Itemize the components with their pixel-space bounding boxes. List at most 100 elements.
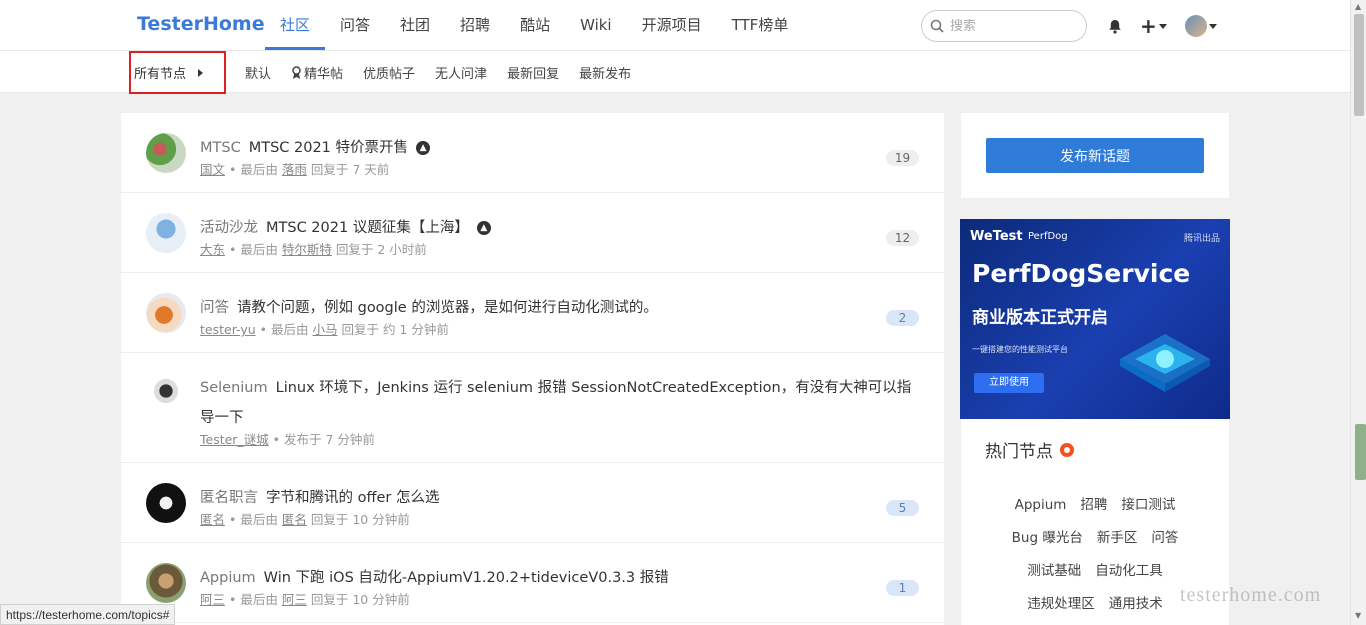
nav-jobs[interactable]: 招聘 — [445, 0, 505, 51]
filter-latest[interactable]: 最新发布 — [569, 63, 641, 82]
caret-right-icon — [198, 68, 204, 77]
new-topic-button[interactable]: 发布新话题 — [986, 138, 1204, 173]
scroll-down-icon[interactable]: ▼ — [1355, 611, 1361, 620]
last-replier[interactable]: 特尔斯特 — [282, 242, 332, 257]
banner-brand-wetest: WeTest — [970, 229, 1023, 244]
topic-node[interactable]: 活动沙龙 — [200, 220, 258, 236]
node-tag[interactable]: 测试基础 — [1027, 563, 1081, 579]
node-tag[interactable]: 招聘 — [1080, 497, 1107, 513]
node-tag[interactable]: 违规处理区 — [1027, 596, 1095, 612]
table-row: 问答 请教个问题，例如 google 的浏览器，是如何进行自动化测试的。 test… — [121, 273, 944, 353]
nav-ttf-ranking[interactable]: TTF榜单 — [717, 0, 804, 51]
last-replier[interactable]: 匿名 — [282, 512, 307, 527]
scrollbar-thumb[interactable] — [1354, 14, 1364, 116]
topic-node[interactable]: Selenium — [200, 380, 268, 396]
side-handle[interactable] — [1355, 424, 1366, 480]
status-bar-url: https://testerhome.com/topics# — [0, 604, 176, 625]
node-tag[interactable]: 通用技术 — [1109, 596, 1163, 612]
reply-count-badge[interactable]: 5 — [886, 500, 919, 516]
topic-author[interactable]: tester-yu — [200, 322, 256, 337]
node-tag[interactable]: 新手区 — [1097, 530, 1138, 546]
filter-excellent[interactable]: 精华帖 — [281, 63, 353, 82]
avatar[interactable] — [146, 213, 186, 253]
banner-subheadline: 商业版本正式开启 — [972, 308, 1108, 328]
banner-corner: 腾讯出品 — [1183, 234, 1220, 244]
avatar[interactable] — [146, 483, 186, 523]
topic-meta: 阿三 • 最后由 阿三 回复于 10 分钟前 — [200, 592, 410, 607]
avatar — [1184, 15, 1207, 37]
avatar[interactable] — [146, 133, 186, 173]
table-row: MTSC MTSC 2021 特价票开售 ▲ 国文 • 最后由 落雨 回复于 7 天… — [121, 113, 944, 193]
topic-node[interactable]: 匿名职言 — [200, 490, 258, 506]
topic-title-text: MTSC 2021 议题征集【上海】 — [266, 220, 469, 236]
reply-count-badge[interactable]: 2 — [886, 310, 919, 326]
notification-bell-icon[interactable] — [1108, 19, 1122, 34]
table-row: Selenium Linux 环境下，Jenkins 运行 selenium 报错… — [121, 353, 944, 463]
topic-author[interactable]: 匿名 — [200, 512, 225, 527]
nav-wiki[interactable]: Wiki — [565, 0, 627, 51]
search-input[interactable] — [950, 18, 1070, 34]
topic-time: 发布于 7 分钟前 — [284, 432, 375, 447]
meta-prefix: 最后由 — [240, 242, 278, 257]
chevron-down-icon — [1158, 23, 1167, 29]
scroll-up-icon[interactable]: ▲ — [1355, 2, 1361, 11]
topic-title-text: Win 下跑 iOS 自动化-AppiumV1.20.2+tideviceV0.… — [263, 570, 669, 586]
nav-teams[interactable]: 社团 — [385, 0, 445, 51]
banner-tagline: 一键搭建您的性能测试平台 — [972, 345, 1068, 354]
filter-last-reply[interactable]: 最新回复 — [497, 63, 569, 82]
node-tag[interactable]: 问答 — [1151, 530, 1178, 546]
filter-bar: 所有节点 默认 精华帖 优质帖子 无人问津 最新回复 最新发布 — [0, 51, 1350, 94]
topic-author[interactable]: 阿三 — [200, 592, 225, 607]
avatar[interactable] — [146, 563, 186, 603]
last-replier[interactable]: 小马 — [312, 322, 337, 337]
avatar[interactable] — [146, 293, 186, 333]
nav-open-source[interactable]: 开源项目 — [627, 0, 717, 51]
ad-banner[interactable]: WeTest PerfDog 腾讯出品 PerfDogService 商业版本正… — [960, 219, 1230, 419]
topic-meta: tester-yu • 最后由 小马 回复于 约 1 分钟前 — [200, 322, 449, 337]
user-menu[interactable] — [1184, 15, 1217, 37]
nav-qa[interactable]: 问答 — [325, 0, 385, 51]
topic-time: 回复于 10 分钟前 — [310, 512, 410, 527]
reply-count-badge[interactable]: 19 — [886, 150, 919, 166]
brand-logo[interactable]: TesterHome — [137, 13, 265, 35]
reply-count-badge[interactable]: 12 — [886, 230, 919, 246]
search-box[interactable] — [921, 10, 1087, 42]
topic-filters: 默认 精华帖 优质帖子 无人问津 最新回复 最新发布 — [235, 51, 641, 93]
filter-excellent-label: 精华帖 — [304, 66, 344, 82]
page-scrollbar[interactable]: ▲ ▼ — [1350, 0, 1366, 625]
topic-node[interactable]: 问答 — [200, 300, 229, 316]
new-menu-button[interactable]: + — [1140, 14, 1167, 38]
node-tag[interactable]: 接口测试 — [1121, 497, 1175, 513]
topic-meta: Tester_谜城 • 发布于 7 分钟前 — [200, 432, 375, 447]
nav-community[interactable]: 社区 — [265, 0, 326, 50]
avatar[interactable] — [146, 373, 186, 413]
last-replier[interactable]: 落雨 — [282, 162, 307, 177]
banner-brand-perfdog: PerfDog — [1028, 231, 1068, 242]
topic-author[interactable]: 国文 — [200, 162, 225, 177]
nav-cool-sites[interactable]: 酷站 — [505, 0, 565, 51]
banner-cta-button[interactable]: 立即使用 — [974, 373, 1044, 393]
node-tag[interactable]: Bug 曝光台 — [1012, 530, 1083, 546]
topic-time: 回复于 7 天前 — [310, 162, 390, 177]
plus-icon: + — [1140, 14, 1157, 38]
topic-title-text: Linux 环境下，Jenkins 运行 selenium 报错 Session… — [200, 380, 912, 426]
reply-count-badge[interactable]: 1 — [886, 580, 919, 596]
topic-node[interactable]: Appium — [200, 570, 256, 586]
top-navbar: TesterHome 社区 问答 社团 招聘 酷站 Wiki 开源项目 TTF榜… — [0, 0, 1350, 51]
meta-prefix: 最后由 — [240, 162, 278, 177]
all-nodes-dropdown[interactable]: 所有节点 — [129, 51, 226, 94]
node-tag[interactable]: 自动化工具 — [1095, 563, 1163, 579]
topic-author[interactable]: Tester_谜城 — [200, 432, 269, 447]
topic-node[interactable]: MTSC — [200, 140, 241, 156]
filter-default[interactable]: 默认 — [235, 63, 281, 82]
topic-title-text: MTSC 2021 特价票开售 — [248, 140, 409, 156]
meta-prefix: 最后由 — [270, 322, 309, 337]
node-tag[interactable]: Appium — [1015, 497, 1067, 513]
topic-title[interactable]: Selenium Linux 环境下，Jenkins 运行 selenium 报错… — [200, 373, 920, 433]
filter-quality[interactable]: 优质帖子 — [353, 63, 425, 82]
filter-no-reply[interactable]: 无人问津 — [425, 63, 497, 82]
topic-author[interactable]: 大东 — [200, 242, 225, 257]
topic-title-text: 字节和腾讯的 offer 怎么选 — [266, 490, 440, 506]
last-replier[interactable]: 阿三 — [282, 592, 307, 607]
meta-prefix: 最后由 — [240, 592, 278, 607]
